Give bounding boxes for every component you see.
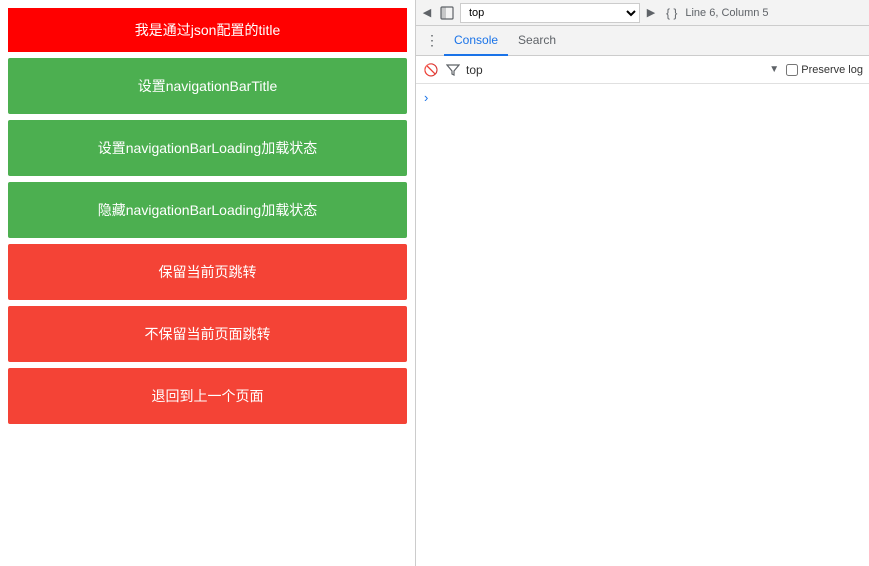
btn-navigate-keep[interactable]: 保留当前页跳转 — [8, 244, 407, 300]
title-bar: 我是通过json配置的title — [8, 8, 407, 52]
green-section: 设置navigationBarTitle 设置navigationBarLoad… — [8, 58, 407, 238]
devtools-filter-bar: 🚫 ▼ Preserve log — [416, 56, 869, 84]
btn-hide-navbar-loading[interactable]: 隐藏navigationBarLoading加载状态 — [8, 182, 407, 238]
preserve-log-wrapper[interactable]: Preserve log — [786, 64, 863, 76]
tab-search[interactable]: Search — [508, 26, 566, 56]
devtools-console-area: › — [416, 84, 869, 566]
preserve-log-checkbox[interactable] — [786, 64, 798, 76]
title-bar-text: 我是通过json配置的title — [135, 22, 280, 38]
btn-set-navbar-title[interactable]: 设置navigationBarTitle — [8, 58, 407, 114]
filter-block-icon[interactable]: 🚫 — [422, 61, 440, 79]
filter-input[interactable] — [466, 60, 762, 80]
btn-navigate-back[interactable]: 退回到上一个页面 — [8, 368, 407, 424]
devtools-forward-arrow[interactable]: ▶ — [644, 6, 658, 20]
red-section: 保留当前页跳转 不保留当前页面跳转 退回到上一个页面 — [8, 244, 407, 424]
devtools-back-arrow[interactable]: ◀ — [420, 6, 434, 20]
format-icon[interactable]: { } — [662, 6, 681, 20]
line-info: Line 6, Column 5 — [685, 7, 768, 19]
filter-dropdown-arrow[interactable]: ▼ — [766, 62, 782, 78]
tab-console[interactable]: Console — [444, 26, 508, 56]
frame-icon — [438, 4, 456, 22]
btn-navigate-no-keep[interactable]: 不保留当前页面跳转 — [8, 306, 407, 362]
left-panel: 我是通过json配置的title 设置navigationBarTitle 设置… — [0, 0, 415, 566]
devtools-tabs-bar: ⋮ Console Search — [416, 26, 869, 56]
devtools-menu-icon[interactable]: ⋮ — [420, 29, 444, 53]
preserve-log-label: Preserve log — [801, 64, 863, 76]
frame-select[interactable]: top — [460, 3, 640, 23]
console-caret[interactable]: › — [424, 90, 428, 105]
devtools-toolbar: ◀ top ▶ { } Line 6, Column 5 — [416, 0, 869, 26]
btn-set-navbar-loading[interactable]: 设置navigationBarLoading加载状态 — [8, 120, 407, 176]
frame-select-wrapper[interactable]: top — [460, 3, 640, 23]
filter-funnel-icon[interactable] — [444, 61, 462, 79]
devtools-panel: ◀ top ▶ { } Line 6, Column 5 ⋮ Console S… — [415, 0, 869, 566]
